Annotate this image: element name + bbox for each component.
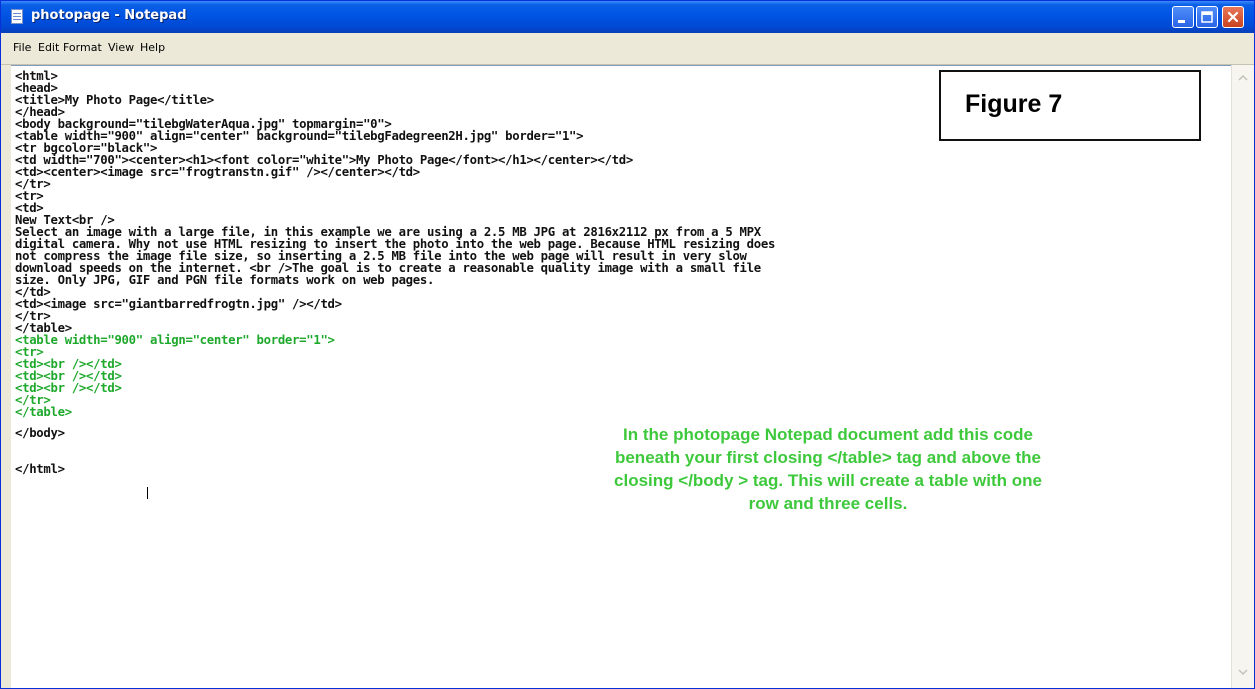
code-line-added: <table width="900" align="center" border… [15,333,335,347]
text-editor[interactable]: <html> <head> <title>My Photo Page</titl… [11,65,1231,688]
notepad-window: photopage - Notepad File Edit Format Vie… [0,0,1255,689]
close-icon [1227,11,1239,23]
menu-view[interactable]: View [108,41,134,54]
notepad-icon[interactable] [9,9,25,25]
title-bar[interactable]: photopage - Notepad [1,1,1254,33]
code-line: </body> [15,426,65,440]
instruction-annotation: In the photopage Notepad document add th… [533,423,1123,515]
code-line: <td><center><image src="frogtranstn.gif"… [15,165,420,179]
scroll-down-arrow-icon[interactable] [1236,665,1250,679]
menu-file[interactable]: File [13,41,31,54]
menu-bar: File Edit Format View Help [1,33,1254,65]
code-line-added: </table> [15,405,72,419]
figure-caption-box: Figure 7 [939,70,1201,141]
menu-edit[interactable]: Edit [38,41,59,54]
code-line: <td><image src="giantbarredfrogtn.jpg" /… [15,297,342,311]
annotation-line: beneath your first closing </table> tag … [614,448,1042,467]
figure-label: Figure 7 [965,90,1063,118]
text-cursor [147,487,148,499]
annotation-line: In the photopage Notepad document add th… [623,425,1033,444]
minimize-button[interactable] [1172,6,1194,28]
scroll-up-arrow-icon[interactable] [1236,71,1250,85]
menu-help[interactable]: Help [140,41,165,54]
maximize-icon [1201,11,1213,23]
code-line: </html> [15,462,65,476]
code-line: size. Only JPG, GIF and PGN file formats… [15,273,435,287]
maximize-button[interactable] [1196,6,1218,28]
annotation-line: row and three cells. [748,494,908,513]
minimize-icon [1178,20,1185,23]
window-title: photopage - Notepad [31,8,187,23]
vertical-scrollbar[interactable] [1231,65,1254,688]
menu-format[interactable]: Format [63,41,102,54]
close-button[interactable] [1222,6,1244,28]
annotation-line: closing </body > tag. This will create a… [614,471,1042,490]
